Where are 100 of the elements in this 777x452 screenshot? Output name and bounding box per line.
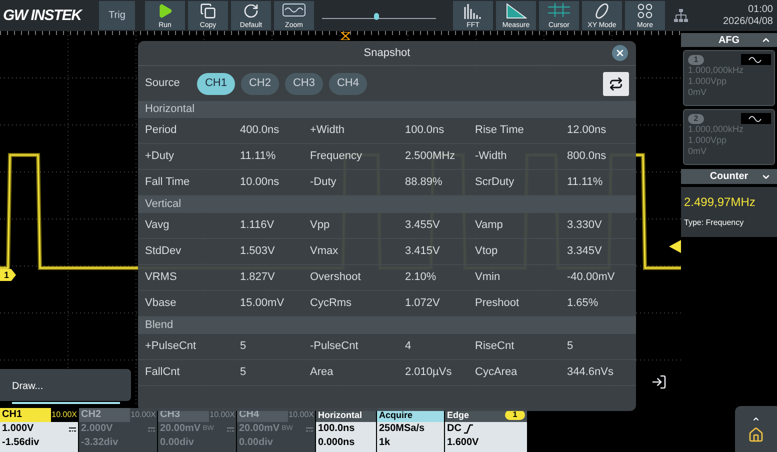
afg-offset: 0mV — [688, 87, 708, 98]
measure-value: 1.503V — [240, 244, 276, 260]
clock-date: 2026/04/08 — [722, 16, 773, 28]
channel-name: CH2 — [80, 408, 102, 422]
section-header: Horizontal — [138, 101, 636, 118]
slider-thumb[interactable] — [374, 13, 379, 20]
afg-offset: 0mV — [688, 146, 708, 157]
horizontal-card[interactable]: Horizontal 100.0ns 0.000ns — [316, 408, 376, 452]
measure-value: 3.455V — [405, 218, 441, 234]
channel-scale: 20.00mV — [160, 422, 201, 436]
measure-value: 1.072V — [405, 296, 441, 312]
source-tab[interactable]: CH2 — [241, 72, 279, 94]
close-icon — [615, 48, 625, 58]
measure-value: 5 — [240, 339, 248, 354]
channel-position: 0.00div — [159, 436, 195, 450]
acquire-card[interactable]: Acquire 250MSa/s 1k — [377, 408, 444, 452]
measure-value: 800.0ns — [567, 149, 608, 164]
measure-value: 400.0ns — [240, 123, 280, 138]
draw-label: Draw... — [12, 381, 44, 392]
dots-grid-icon — [637, 3, 653, 19]
network-icon — [674, 8, 688, 22]
sine-icon — [741, 54, 771, 65]
close-button[interactable] — [612, 45, 628, 61]
dc-coupling-icon — [227, 426, 234, 432]
source-tab[interactable]: CH4 — [329, 72, 367, 94]
copy-icon — [199, 3, 217, 19]
counter-title: Counter — [710, 170, 748, 184]
measure-value: 12.00ns — [567, 123, 608, 138]
record-length: 1k — [378, 436, 392, 450]
channel-card[interactable]: CH1 10.00X 1.000V -1.56div — [0, 408, 78, 452]
section-header: Blend — [138, 317, 636, 334]
probe-ratio: 10.00X — [50, 408, 78, 422]
measure-label: Vmax — [310, 244, 340, 260]
measure-label: Overshoot — [310, 270, 362, 286]
measure-label: RiseCnt — [475, 339, 516, 354]
trigger-position-icon — [341, 32, 350, 40]
clock-time: 01:00 — [748, 4, 773, 16]
trig-button[interactable]: Trig — [99, 1, 135, 30]
rotate-icon — [242, 3, 260, 19]
afg-frequency: 1.000,000kHz — [688, 65, 745, 76]
chevron-up-icon — [751, 415, 761, 423]
channel-position: 0.00div — [238, 436, 274, 450]
measure-value: 100.0ns — [405, 123, 446, 138]
measure-value: 5 — [240, 365, 248, 380]
output-number: 2 — [688, 114, 704, 124]
sine-icon — [741, 113, 771, 124]
measure-value: 4 — [405, 339, 412, 354]
measure-label: -PulseCnt — [310, 339, 360, 354]
channel-name: CH1 — [1, 408, 22, 422]
counter-header[interactable]: Counter — [681, 169, 777, 184]
measure-value: 1.65% — [567, 296, 600, 312]
source-tab[interactable]: CH3 — [285, 72, 323, 94]
measure-value: 1.116V — [240, 218, 276, 234]
measure-label: CycArea — [475, 365, 518, 380]
dc-coupling-icon — [148, 426, 155, 432]
measure-label: Frequency — [310, 149, 363, 164]
measure-value: 344.6nVs — [567, 365, 614, 380]
dc-coupling-icon — [69, 426, 76, 432]
measure-label: CycRms — [310, 296, 353, 312]
channel-scale: 2.000V — [81, 422, 113, 436]
measure-label: +Duty — [145, 149, 176, 164]
trigger-source: 1 — [505, 410, 525, 420]
measure-label: +Width — [310, 123, 346, 138]
measure-label: Period — [145, 123, 178, 138]
counter-type: Type: Frequency — [684, 217, 745, 229]
exit-icon[interactable] — [651, 374, 667, 390]
afg-header[interactable]: AFG — [681, 33, 777, 47]
home-icon — [748, 427, 764, 443]
measure-value: 10.00ns — [240, 175, 280, 190]
afg-amplitude: 1.000Vpp — [688, 135, 728, 146]
waveform-icon — [282, 3, 306, 17]
measure-label: Area — [310, 365, 334, 380]
afg-frequency: 1.000,000kHz — [688, 124, 745, 135]
measure-value: 15.00mV — [240, 296, 286, 312]
source-tab[interactable]: CH1 — [197, 72, 235, 94]
measure-value: 2.10% — [405, 270, 438, 286]
output-number: 1 — [688, 55, 704, 65]
dialog-title: Snapshot — [364, 46, 410, 61]
measure-label: Vbase — [145, 296, 178, 312]
trigger-card[interactable]: Edge 1 DC 1.600V — [445, 408, 527, 452]
sample-rate: 250MSa/s — [378, 422, 426, 436]
measure-label: ScrDuty — [475, 175, 516, 190]
brand-logo: GW INSTEK — [2, 8, 84, 23]
afg-title: AFG — [718, 34, 740, 48]
trigger-title: Edge — [447, 409, 470, 422]
measure-label: +PulseCnt — [145, 339, 198, 354]
measure-value: 3.330V — [567, 218, 603, 234]
repeat-button[interactable] — [603, 72, 629, 96]
counter-value: 2.499,97MHz — [684, 194, 756, 211]
measure-value: -40.00mV — [567, 270, 616, 286]
channel-position: -1.56div — [1, 436, 40, 450]
measure-label: Vamp — [475, 218, 504, 234]
trigger-coupling: DC — [447, 422, 462, 436]
home-button[interactable] — [735, 406, 777, 452]
measure-label: Vavg — [145, 218, 170, 234]
section-header: Vertical — [138, 196, 636, 213]
measure-label: FallCnt — [145, 365, 181, 380]
repeat-icon — [608, 76, 624, 90]
measure-label: StdDev — [145, 244, 182, 260]
channel-marker: 1 — [0, 269, 16, 281]
